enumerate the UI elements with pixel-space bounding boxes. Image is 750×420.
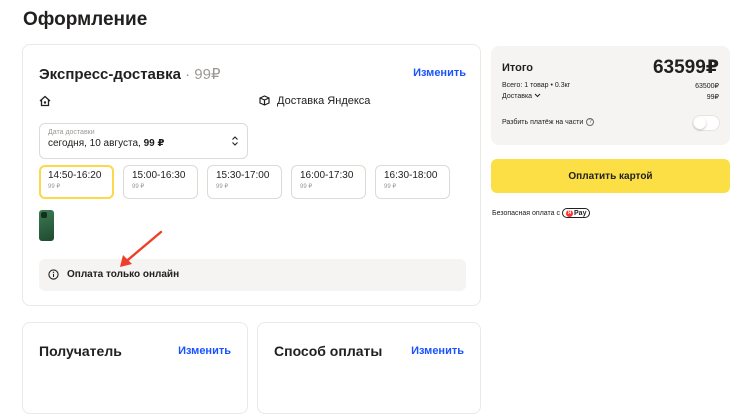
time-slot[interactable]: 15:30-17:00 99 ₽ [207,165,282,199]
slot-price: 99 ₽ [300,184,313,190]
phone-thumbnail[interactable] [39,210,54,241]
notice-text: Оплата только онлайн [67,269,180,280]
summary-items-value: 63500₽ [695,83,719,90]
yandex-delivery-icon [259,95,270,106]
time-slot[interactable]: 16:30-18:00 99 ₽ [375,165,450,199]
slot-time: 16:00-17:30 [300,170,354,181]
summary-amount: 63599₽ [652,57,719,78]
time-slots: 14:50-16:20 99 ₽ 15:00-16:30 99 ₽ 15:30-… [39,165,450,199]
summary-title: Итого [502,62,534,74]
summary-delivery-row[interactable]: Доставка 99₽ [502,93,719,101]
yandex-pay-text: Pay [574,209,587,217]
delivery-title: Экспресс-доставка [39,66,181,83]
summary-items-row: Всего: 1 товар • 0.3кг 63500₽ [502,82,719,90]
yandex-pay-badge: Я Pay [562,208,591,218]
pay-by-card-button[interactable]: Оплатить картой [491,159,730,193]
delivery-date-text: сегодня, 10 августа, [48,138,141,149]
chevron-up-down-icon [232,136,238,146]
page-title: Оформление [23,9,148,30]
chevron-down-icon [534,93,541,98]
slot-price: 99 ₽ [132,184,145,190]
recipient-change-link[interactable]: Изменить [178,345,231,357]
slot-time: 16:30-18:00 [384,170,438,181]
delivery-change-link[interactable]: Изменить [413,67,466,79]
slot-price: 99 ₽ [384,184,397,190]
online-payment-notice: Оплата только онлайн [39,259,466,291]
delivery-date-value: сегодня, 10 августа, 99 ₽ [48,138,239,149]
split-payment-toggle[interactable] [692,115,720,131]
slot-price: 99 ₽ [48,184,61,190]
time-slot[interactable]: 14:50-16:20 99 ₽ [39,165,114,199]
question-icon[interactable]: ? [586,118,595,126]
payment-method-title: Способ оплаты [274,343,383,359]
summary-delivery-label: Доставка [502,93,533,100]
summary-items-label: Всего: 1 товар • 0.3кг [502,82,571,89]
split-payment-label: Разбить платёж на части [502,118,584,126]
payment-method-change-link[interactable]: Изменить [411,345,464,357]
summary-delivery-value: 99₽ [706,94,719,101]
time-slot[interactable]: 16:00-17:30 99 ₽ [291,165,366,199]
delivery-price: · 99₽ [185,66,221,83]
delivery-date-caption: Дата доставки [48,129,95,136]
delivery-heading: Экспресс-доставка · 99₽ [39,65,221,83]
delivery-provider: Доставка Яндекса [277,95,371,107]
yandex-pay-logo-icon: Я [566,209,574,217]
order-summary: Итого 63599₽ Всего: 1 товар • 0.3кг 6350… [491,46,730,145]
split-payment-row: Разбить платёж на части ? [502,118,595,126]
delivery-date-select[interactable]: Дата доставки сегодня, 10 августа, 99 ₽ [39,123,248,159]
slot-time: 15:30-17:00 [216,170,270,181]
recipient-card: Получатель Изменить [22,322,248,414]
secure-payment-label: Безопасная оплата с [492,209,561,217]
payment-method-card: Способ оплаты Изменить [257,322,481,414]
slot-time: 14:50-16:20 [48,170,102,181]
recipient-title: Получатель [39,343,122,359]
time-slot[interactable]: 15:00-16:30 99 ₽ [123,165,198,199]
slot-time: 15:00-16:30 [132,170,186,181]
delivery-date-price: 99 ₽ [143,138,165,149]
secure-payment-line: Безопасная оплата с Я Pay [492,208,591,218]
delivery-card: Экспресс-доставка · 99₽ Изменить Доставк… [22,44,481,306]
info-icon [48,269,59,280]
annotation-arrow [120,230,163,267]
slot-price: 99 ₽ [216,184,229,190]
summary-delivery-toggle[interactable]: Доставка [502,93,541,101]
home-icon [39,95,51,107]
